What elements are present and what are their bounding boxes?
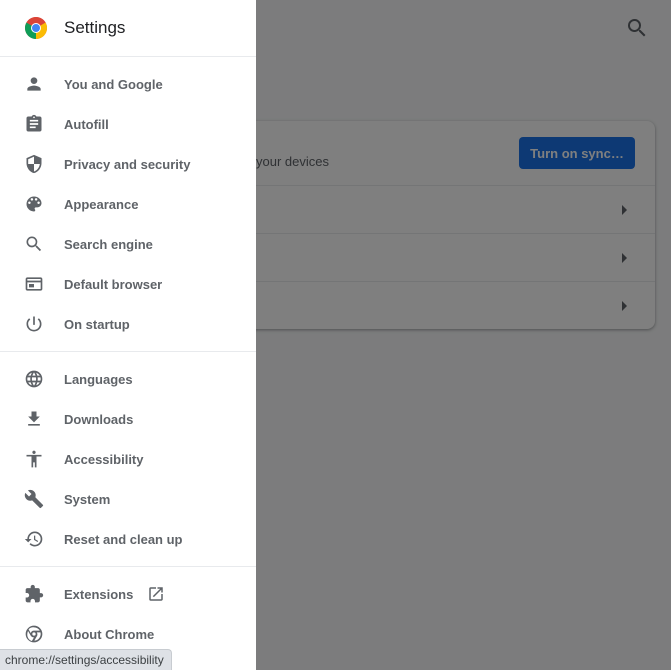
sidebar-item-label: Extensions — [64, 586, 134, 602]
sidebar-item-reset-and-clean-up[interactable]: Reset and clean up — [0, 519, 256, 559]
sidebar-item-label: Search engine — [64, 236, 153, 252]
sidebar-item-label: About Chrome — [64, 626, 155, 642]
clipboard-icon — [24, 114, 44, 134]
chrome-logo-icon — [24, 16, 48, 40]
sidebar-item-extensions[interactable]: Extensions — [0, 574, 256, 614]
wrench-icon — [24, 489, 44, 509]
nav-group-extra: Extensions About Chrome — [0, 567, 256, 661]
drawer-header: Settings — [0, 0, 256, 57]
restore-icon — [24, 529, 44, 549]
puzzle-icon — [24, 584, 44, 604]
open-in-new-icon — [147, 585, 165, 603]
sidebar-item-appearance[interactable]: Appearance — [0, 184, 256, 224]
sidebar-item-label: Reset and clean up — [64, 531, 183, 547]
sidebar-item-label: System — [64, 491, 111, 507]
sidebar-item-label: Default browser — [64, 276, 163, 292]
sidebar-item-label: Downloads — [64, 411, 134, 427]
sidebar-item-label: You and Google — [64, 76, 163, 92]
sidebar-item-on-startup[interactable]: On startup — [0, 304, 256, 344]
settings-drawer: Settings You and Google Autofill Privacy… — [0, 0, 256, 670]
sidebar-item-label: On startup — [64, 316, 130, 332]
sidebar-item-default-browser[interactable]: Default browser — [0, 264, 256, 304]
browser-window-icon — [24, 274, 44, 294]
sidebar-item-label: Accessibility — [64, 451, 144, 467]
sidebar-item-accessibility[interactable]: Accessibility — [0, 439, 256, 479]
accessibility-icon — [24, 449, 44, 469]
power-icon — [24, 314, 44, 334]
sidebar-item-about-chrome[interactable]: About Chrome — [0, 614, 256, 654]
search-icon — [24, 234, 44, 254]
nav-group-advanced: Languages Downloads Accessibility System… — [0, 352, 256, 567]
palette-icon — [24, 194, 44, 214]
nav-group-basic: You and Google Autofill Privacy and secu… — [0, 57, 256, 352]
download-icon — [24, 409, 44, 429]
sidebar-item-system[interactable]: System — [0, 479, 256, 519]
sidebar-item-label: Appearance — [64, 196, 139, 212]
chrome-icon — [24, 624, 44, 644]
sidebar-item-label: Privacy and security — [64, 156, 191, 172]
sidebar-item-you-and-google[interactable]: You and Google — [0, 64, 256, 104]
globe-icon — [24, 369, 44, 389]
person-icon — [24, 74, 44, 94]
drawer-title: Settings — [64, 18, 126, 37]
sidebar-item-label: Autofill — [64, 116, 109, 132]
sidebar-item-privacy-and-security[interactable]: Privacy and security — [0, 144, 256, 184]
sidebar-item-autofill[interactable]: Autofill — [0, 104, 256, 144]
status-bar-url: chrome://settings/accessibility — [0, 649, 172, 670]
sidebar-item-languages[interactable]: Languages — [0, 359, 256, 399]
sidebar-item-downloads[interactable]: Downloads — [0, 399, 256, 439]
sidebar-item-label: Languages — [64, 371, 133, 387]
sidebar-item-search-engine[interactable]: Search engine — [0, 224, 256, 264]
shield-icon — [24, 154, 44, 174]
